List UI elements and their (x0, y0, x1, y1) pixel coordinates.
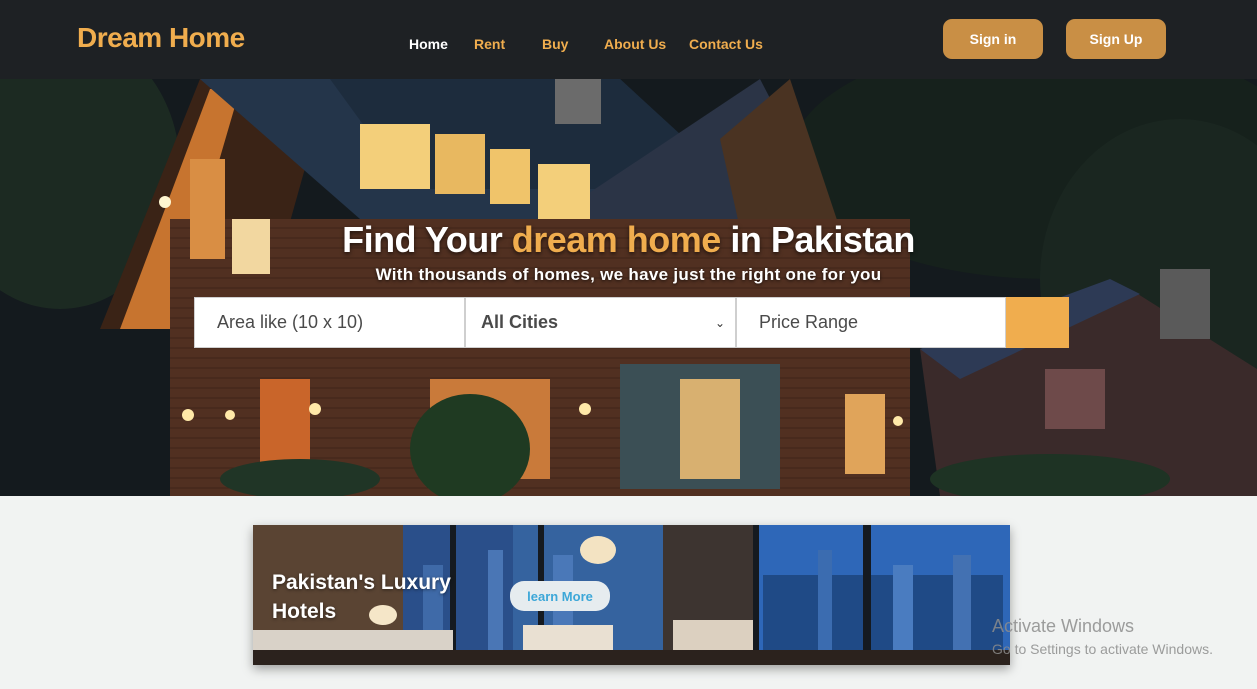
hero-title-suffix: in Pakistan (730, 219, 915, 260)
activate-windows-title: Activate Windows (992, 616, 1135, 636)
chevron-down-icon: ⌄ (714, 316, 725, 330)
brand-logo[interactable]: Dream Home (77, 22, 245, 54)
search-bar: All Cities ⌄ (194, 297, 1069, 348)
nav-buy[interactable]: Buy (542, 36, 568, 52)
sign-up-button[interactable]: Sign Up (1066, 19, 1166, 59)
nav-rent[interactable]: Rent (474, 36, 505, 52)
hero-subtitle: With thousands of homes, we have just th… (375, 265, 882, 284)
hero-section: Find Your dream home in Pakistan With th… (0, 79, 1257, 496)
hero-title-accent: dream home (511, 219, 722, 260)
nav-about-us[interactable]: About Us (604, 36, 666, 52)
nav-contact-us[interactable]: Contact Us (689, 36, 763, 52)
city-select-value: All Cities (481, 312, 559, 332)
area-input[interactable] (194, 297, 465, 348)
hero-house-image (0, 79, 1257, 496)
city-select[interactable]: All Cities ⌄ (465, 297, 736, 348)
learn-more-button[interactable]: learn More (510, 581, 610, 611)
price-range-input[interactable] (736, 297, 1006, 348)
promo-title: Pakistan's Luxury Hotels (272, 571, 451, 623)
activate-windows-subtitle: Go to Settings to activate Windows. (992, 641, 1213, 657)
sign-in-button[interactable]: Sign in (943, 19, 1043, 59)
hero-title: Find Your dream home in Pakistan (0, 219, 1257, 261)
luxury-hotels-card: Pakistan's Luxury Hotels learn More (253, 525, 1010, 665)
search-button[interactable] (1006, 297, 1069, 348)
hero-title-prefix: Find Your (342, 219, 503, 260)
navbar: Dream Home Home Rent Buy About Us Contac… (0, 0, 1257, 79)
nav-home[interactable]: Home (409, 36, 448, 52)
